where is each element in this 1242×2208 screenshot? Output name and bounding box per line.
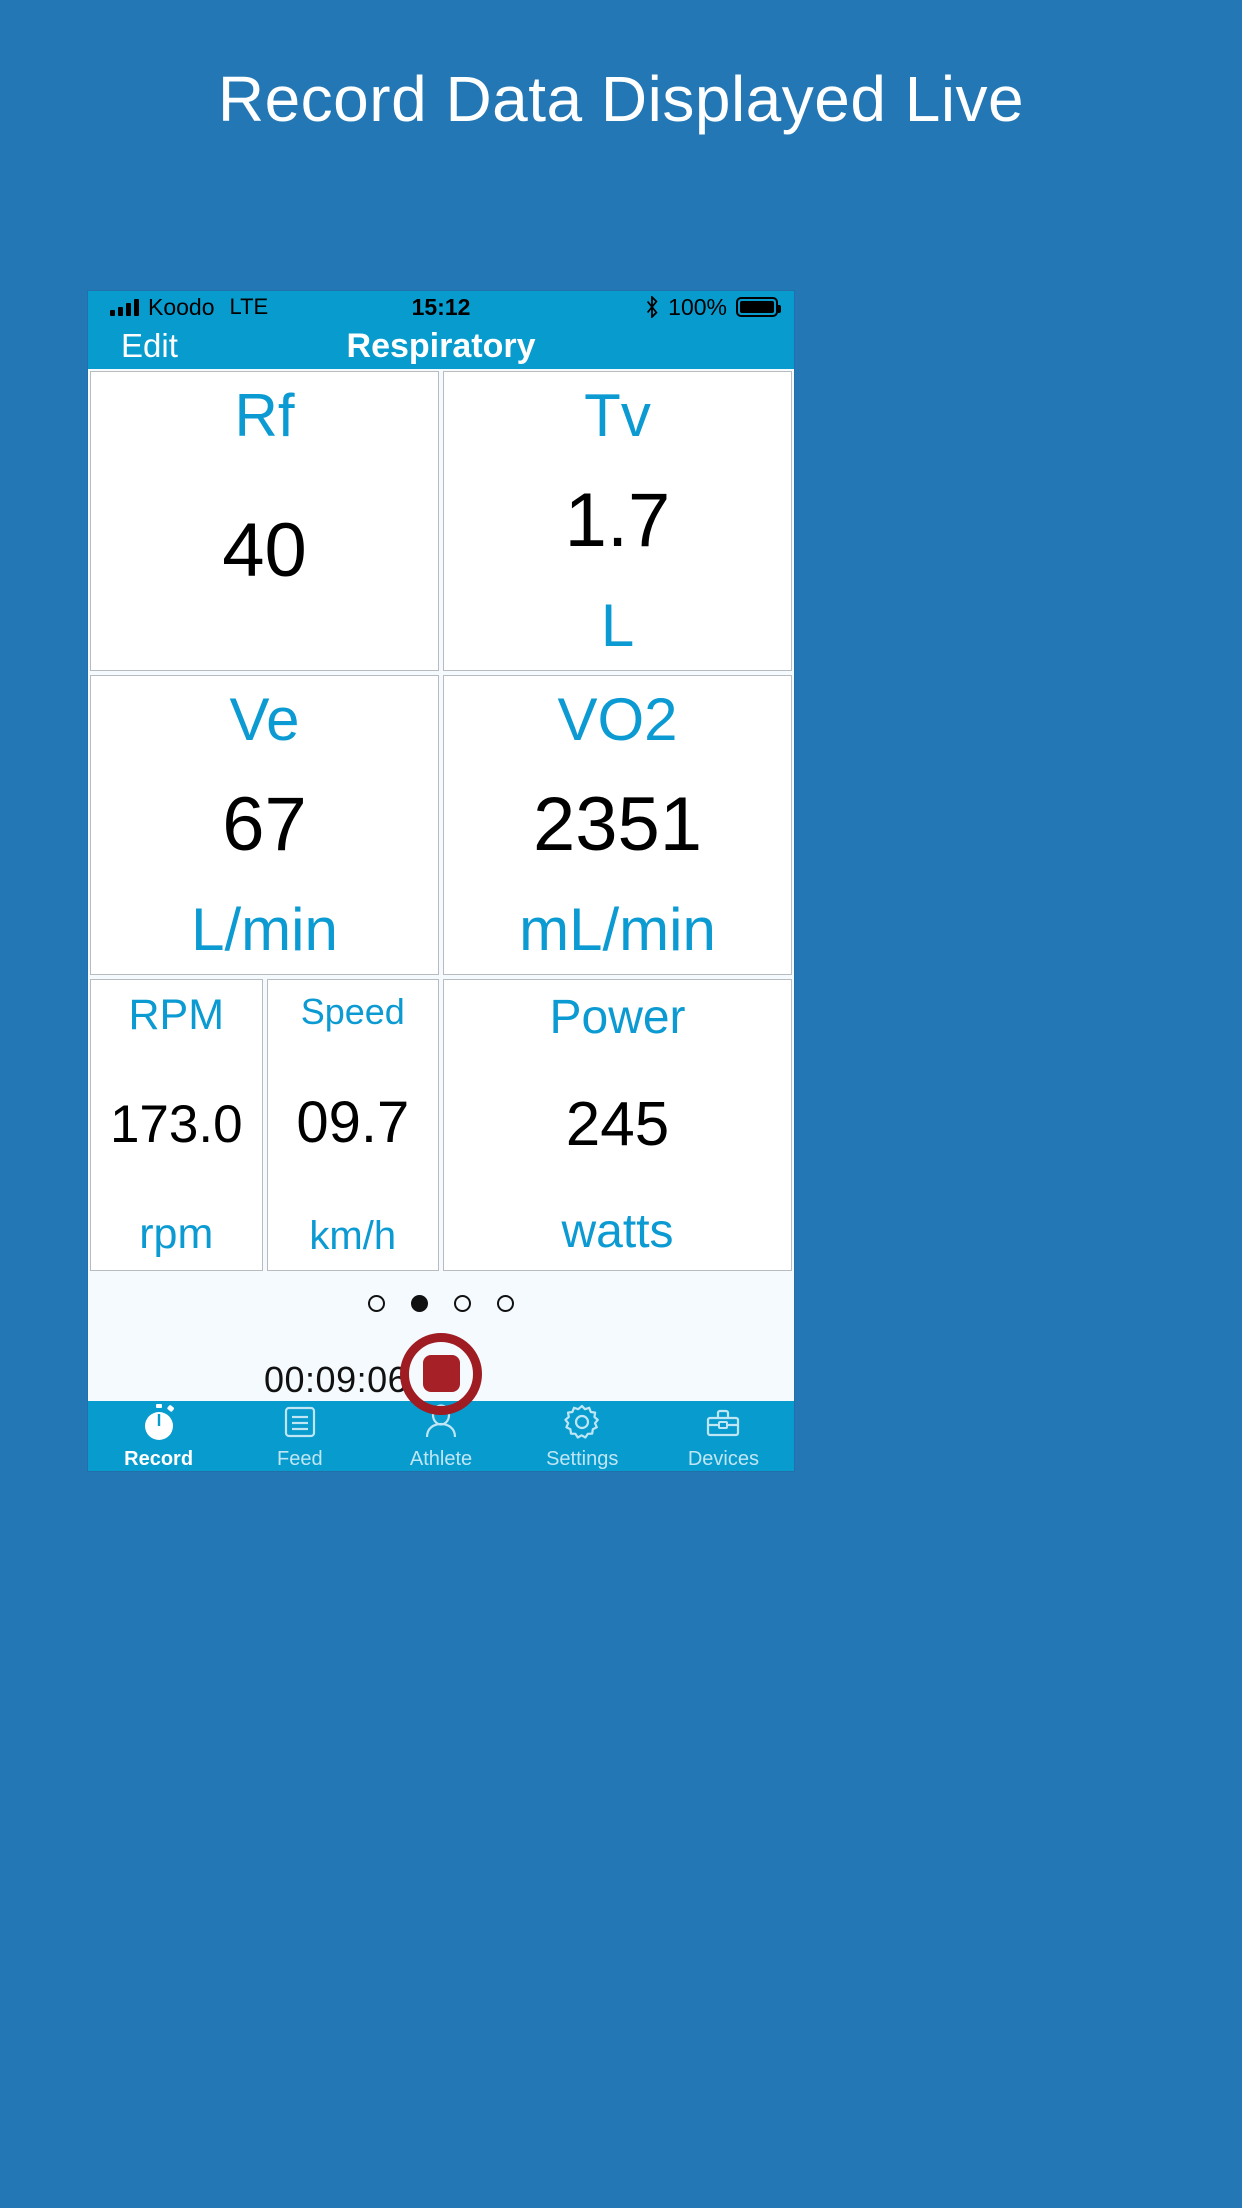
metric-label: Power — [549, 990, 686, 1044]
page-title: Record Data Displayed Live — [217, 63, 1025, 135]
elapsed-timer: 00:09:06 — [264, 1358, 409, 1400]
metric-unit: L/min — [191, 895, 338, 963]
page-dot-active[interactable] — [411, 1294, 428, 1312]
page-dot[interactable] — [454, 1294, 471, 1312]
metric-row-1: Rf 40 Tv 1.7 L — [90, 370, 792, 671]
tab-settings[interactable]: Settings — [512, 1401, 653, 1471]
record-controls: 00:09:06 — [88, 1274, 794, 1415]
phone-screenshot: Koodo LTE 15:12 100% Edit Respiratory Rf… — [88, 291, 794, 1471]
page-dot[interactable] — [368, 1294, 385, 1312]
page-dot[interactable] — [497, 1294, 514, 1312]
metric-row-3: RPM 173.0 rpm Speed 09.7 km/h Power 245 … — [90, 978, 793, 1271]
tab-label: Athlete — [409, 1448, 473, 1470]
gear-icon — [562, 1401, 602, 1443]
page-indicator[interactable] — [88, 1294, 794, 1312]
nav-title: Respiratory — [346, 326, 536, 365]
metric-card-vo2[interactable]: VO2 2351 mL/min — [443, 674, 792, 975]
stopwatch-icon — [139, 1401, 179, 1443]
toolbox-icon — [703, 1401, 743, 1443]
metric-label: Tv — [584, 381, 651, 449]
metric-label: Ve — [229, 685, 300, 753]
tab-label: Settings — [546, 1448, 619, 1470]
metric-value: 245 — [565, 1089, 670, 1159]
tab-label: Devices — [687, 1448, 759, 1470]
tab-devices[interactable]: Devices — [653, 1401, 794, 1471]
metric-card-ve[interactable]: Ve 67 L/min — [90, 674, 439, 975]
metric-value: 67 — [222, 781, 307, 867]
metric-unit: rpm — [139, 1209, 214, 1258]
metric-label: VO2 — [557, 685, 678, 753]
tab-label: Record — [124, 1448, 194, 1470]
stop-record-button[interactable] — [400, 1332, 482, 1415]
stop-record-icon — [422, 1355, 460, 1393]
metric-grid: Rf 40 Tv 1.7 L Ve 67 L/min VO2 2351 mL/m… — [88, 368, 794, 1275]
metric-card-speed[interactable]: Speed 09.7 km/h — [266, 978, 440, 1271]
tab-record[interactable]: Record — [88, 1401, 229, 1471]
metric-value: 09.7 — [296, 1089, 410, 1155]
metric-unit: watts — [561, 1204, 674, 1258]
metric-card-power[interactable]: Power 245 watts — [443, 978, 793, 1271]
metric-label: Speed — [300, 990, 405, 1032]
status-bar: Koodo LTE 15:12 100% — [88, 291, 794, 324]
metric-value: 173.0 — [109, 1095, 243, 1155]
tab-feed[interactable]: Feed — [229, 1401, 370, 1471]
metric-card-rpm[interactable]: RPM 173.0 rpm — [90, 978, 263, 1271]
metric-value: 40 — [222, 507, 307, 593]
metric-value: 2351 — [532, 781, 703, 867]
metric-label: RPM — [128, 990, 225, 1039]
metric-unit: km/h — [309, 1213, 397, 1258]
nav-bar: Edit Respiratory — [88, 323, 794, 369]
list-icon — [280, 1401, 320, 1443]
metric-unit: mL/min — [519, 895, 716, 963]
metric-label: Rf — [234, 381, 295, 449]
metric-row-2: Ve 67 L/min VO2 2351 mL/min — [90, 674, 792, 975]
metric-unit: L — [600, 591, 635, 659]
battery-full-icon — [736, 297, 781, 318]
metric-card-tv[interactable]: Tv 1.7 L — [443, 370, 792, 671]
metric-card-rf[interactable]: Rf 40 — [90, 370, 439, 671]
battery-percent: 100% — [668, 293, 727, 320]
metric-value: 1.7 — [564, 477, 671, 563]
bluetooth-icon — [647, 296, 658, 319]
tab-label: Feed — [277, 1448, 323, 1470]
status-bar-right: 100% — [645, 293, 781, 321]
